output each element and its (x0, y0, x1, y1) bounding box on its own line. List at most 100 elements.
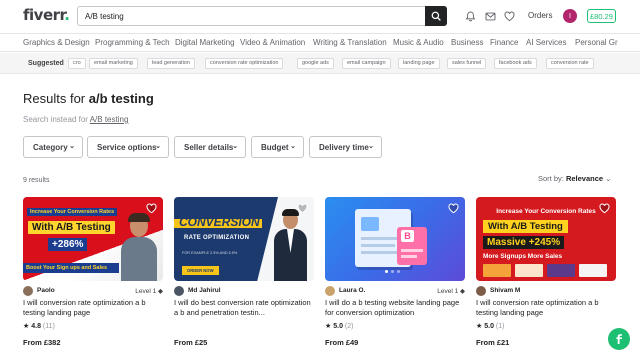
star-icon: ★ (476, 323, 483, 330)
suggested-chip[interactable]: cro (68, 58, 86, 69)
gig-rating: ★ 4.8 (11) (23, 323, 55, 330)
gig-thumbnail[interactable]: A B (325, 197, 465, 281)
fiverr-f-icon (616, 334, 622, 344)
thumb-text: ORDER NOW (182, 266, 219, 275)
seller-level: Level 1 ◆ (437, 288, 465, 295)
chevron-down-icon: ⌄ (368, 143, 374, 150)
filter-label: Seller details (184, 142, 234, 152)
suggested-chip[interactable]: landing page (398, 58, 440, 69)
seller-level: Level 1 ◆ (135, 288, 163, 295)
thumb-text: +286% (48, 238, 88, 251)
filter-label: Delivery time (319, 142, 369, 152)
seller-avatar[interactable] (476, 286, 486, 296)
bell-icon[interactable] (464, 10, 476, 22)
screenshot-strip (483, 264, 609, 277)
chat-button[interactable] (608, 328, 630, 350)
search-instead-link[interactable]: A/B testing (90, 115, 129, 124)
seller-name[interactable]: Shivam M (490, 287, 520, 294)
suggested-chip[interactable]: conversion rate (546, 58, 594, 69)
gig-price: From £25 (174, 338, 208, 347)
category-graphics-design[interactable]: Graphics & Design (23, 38, 90, 47)
thumb-text: FOR EXAMPLE 2.5% AND 5.5% (182, 251, 238, 255)
seller-avatar[interactable] (174, 286, 184, 296)
person-illustration (274, 209, 307, 281)
thumb-text: RATE OPTIMIZATION (184, 235, 250, 241)
search-icon (431, 11, 441, 21)
chevron-down-icon: ⌄ (290, 143, 296, 150)
results-count: 9 results (23, 177, 50, 184)
suggested-chip[interactable]: facebook ads (494, 58, 537, 69)
gig-title[interactable]: I will conversion rate optimization a b … (23, 298, 163, 318)
sort-by-dropdown[interactable]: Sort by: Relevance ⌄ (538, 174, 611, 183)
search-bar (77, 6, 447, 26)
gig-thumbnail[interactable]: Increase Your Conversion Rates With A/B … (476, 197, 616, 281)
filter-category[interactable]: Category ⌄ (23, 136, 83, 158)
search-input[interactable] (78, 7, 425, 25)
fiverr-logo[interactable]: fiverr. (23, 6, 70, 24)
category-music-audio[interactable]: Music & Audio (393, 38, 444, 47)
search-instead: Search instead for A/B testing (23, 115, 129, 124)
thumb-text: Massive +245% (483, 236, 565, 249)
filter-service-options[interactable]: Service options ⌄ (87, 136, 169, 158)
suggested-chip[interactable]: email campaign (342, 58, 391, 69)
suggested-chip[interactable]: lead generation (147, 58, 195, 69)
seller-name[interactable]: Paolo (37, 287, 55, 294)
thumb-text: Increase Your Conversion Rates (496, 208, 596, 215)
seller-avatar[interactable] (23, 286, 33, 296)
gig-price: From £21 (476, 338, 510, 347)
category-programming-tech[interactable]: Programming & Tech (95, 38, 170, 47)
search-button[interactable] (425, 6, 447, 26)
top-bar: fiverr. Orders I £80.29 (0, 0, 640, 33)
category-personal-growth[interactable]: Personal Gr (575, 38, 618, 47)
gig-title[interactable]: I will conversion rate optimization a b … (476, 298, 616, 318)
mail-icon[interactable] (484, 10, 496, 22)
mock-screen: B (397, 227, 427, 265)
thumb-text: With A/B Testing (483, 220, 568, 233)
suggested-chip[interactable]: email marketing (89, 58, 138, 69)
balance-badge[interactable]: £80.29 (587, 9, 616, 23)
favorite-heart-icon[interactable] (599, 203, 610, 214)
gig-price: From £49 (325, 338, 359, 347)
category-business[interactable]: Business (451, 38, 483, 47)
filter-delivery-time[interactable]: Delivery time ⌄ (309, 136, 382, 158)
heart-icon[interactable] (503, 10, 515, 22)
category-finance[interactable]: Finance (490, 38, 518, 47)
category-nav: Graphics & Design Programming & Tech Dig… (0, 33, 640, 52)
filter-budget[interactable]: Budget ⌄ (251, 136, 304, 158)
category-video-animation[interactable]: Video & Animation (240, 38, 305, 47)
gig-rating: ★ 5.0 (1) (476, 323, 505, 330)
thumb-text: More Signups More Sales (483, 253, 563, 260)
category-writing-translation[interactable]: Writing & Translation (313, 38, 387, 47)
thumb-text: Boost Your Sign ups and Sales (23, 263, 119, 273)
gig-rating: ★ 5.0 (2) (325, 323, 354, 330)
gig-price: From £382 (23, 338, 61, 347)
seller-info: Paolo Level 1 ◆ (23, 286, 163, 296)
thumb-text: A (347, 215, 355, 227)
suggested-chip[interactable]: google ads (297, 58, 334, 69)
filter-label: Category (33, 142, 68, 152)
seller-name[interactable]: Laura O. (339, 287, 365, 294)
person-illustration (121, 213, 157, 281)
chevron-down-icon: ⌄ (232, 143, 238, 150)
seller-avatar[interactable] (325, 286, 335, 296)
seller-name[interactable]: Md Jahirul (188, 287, 221, 294)
filter-label: Service options (97, 142, 157, 152)
seller-info: Md Jahirul (174, 286, 314, 296)
favorite-heart-icon[interactable] (146, 203, 157, 214)
user-avatar[interactable]: I (563, 9, 577, 23)
category-ai-services[interactable]: AI Services (526, 38, 566, 47)
carousel-dots (385, 270, 405, 273)
favorite-heart-icon[interactable] (297, 203, 308, 214)
category-digital-marketing[interactable]: Digital Marketing (175, 38, 235, 47)
chevron-down-icon: ⌄ (155, 143, 161, 150)
orders-link[interactable]: Orders (528, 11, 552, 20)
filter-seller-details[interactable]: Seller details ⌄ (174, 136, 246, 158)
gig-title[interactable]: I will do best conversion rate optimizat… (174, 298, 314, 318)
star-icon: ★ (23, 323, 30, 330)
gig-thumbnail[interactable]: Increase Your Conversion Rates With A/B … (23, 197, 163, 281)
gig-thumbnail[interactable]: CONVERSION RATE OPTIMIZATION FOR EXAMPLE… (174, 197, 314, 281)
suggested-chip[interactable]: sales funnel (447, 58, 487, 69)
suggested-chip[interactable]: conversion rate optimization (205, 58, 284, 69)
favorite-heart-icon[interactable] (448, 203, 459, 214)
gig-title[interactable]: I will do a b testing website landing pa… (325, 298, 465, 318)
